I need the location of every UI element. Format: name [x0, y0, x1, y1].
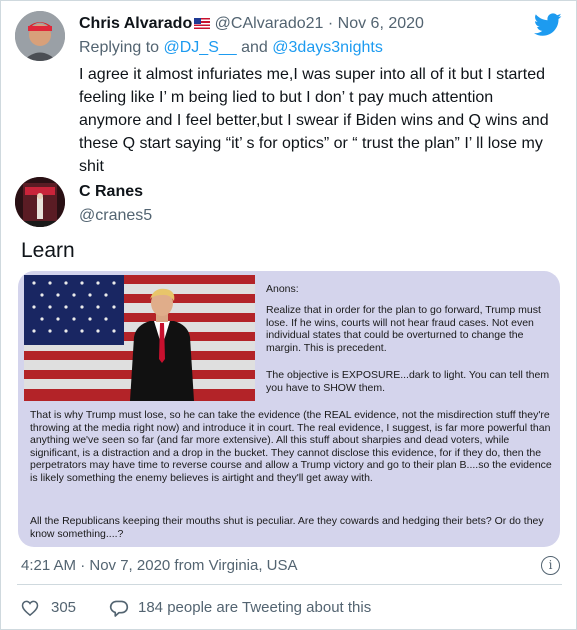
info-icon[interactable]: i — [541, 556, 560, 575]
card-heading: Anons: — [266, 283, 299, 295]
replying-prefix: Replying to — [79, 39, 160, 56]
reply-bubble-icon[interactable] — [109, 599, 129, 618]
card-paragraph-2: The objective is EXPOSURE...dark to ligh… — [266, 369, 550, 394]
reply-date[interactable]: Nov 6, 2020 — [338, 15, 424, 32]
avatar[interactable] — [15, 177, 65, 227]
mention-link-1[interactable]: @DJ_S__ — [164, 39, 237, 56]
reply-author-handle[interactable]: @CAlvarado21 — [215, 15, 324, 32]
reply-text: I agree it almost infuriates me,I was su… — [79, 66, 549, 175]
main-author-handle[interactable]: @cranes5 — [79, 207, 152, 225]
flag-icon — [194, 18, 211, 29]
twitter-bird-icon[interactable] — [534, 13, 562, 37]
like-count[interactable]: 305 — [51, 599, 76, 616]
divider — [17, 584, 562, 585]
mention-link-2[interactable]: @3days3nights — [272, 39, 383, 56]
tweet-text: Learn — [21, 239, 75, 262]
attached-image[interactable]: Anons: Realize that in order for the pla… — [18, 271, 560, 547]
heart-icon[interactable] — [21, 599, 39, 617]
tweeting-about-count[interactable]: 184 people are Tweeting about this — [138, 599, 371, 616]
replying-to-line: Replying to @DJ_S__ and @3days3nights — [79, 39, 383, 57]
reply-author-name[interactable]: Chris Alvarado — [79, 15, 192, 32]
replying-and: and — [241, 39, 268, 56]
reply-author-line: Chris Alvarado @CAlvarado21 · Nov 6, 202… — [79, 15, 424, 33]
card-paragraph-1: Realize that in order for the plan to go… — [266, 304, 541, 354]
dot-separator: · — [327, 15, 334, 32]
avatar[interactable] — [15, 11, 65, 61]
main-author-name[interactable]: C Ranes — [79, 183, 143, 201]
card-paragraph-4: All the Republicans keeping their mouths… — [30, 515, 544, 540]
tweet-embed: Chris Alvarado @CAlvarado21 · Nov 6, 202… — [0, 0, 577, 630]
card-paragraph-3: That is why Trump must lose, so he can t… — [30, 409, 552, 484]
flag-photo — [24, 275, 255, 401]
tweet-timestamp[interactable]: 4:21 AM · Nov 7, 2020 from Virginia, USA — [21, 557, 298, 574]
